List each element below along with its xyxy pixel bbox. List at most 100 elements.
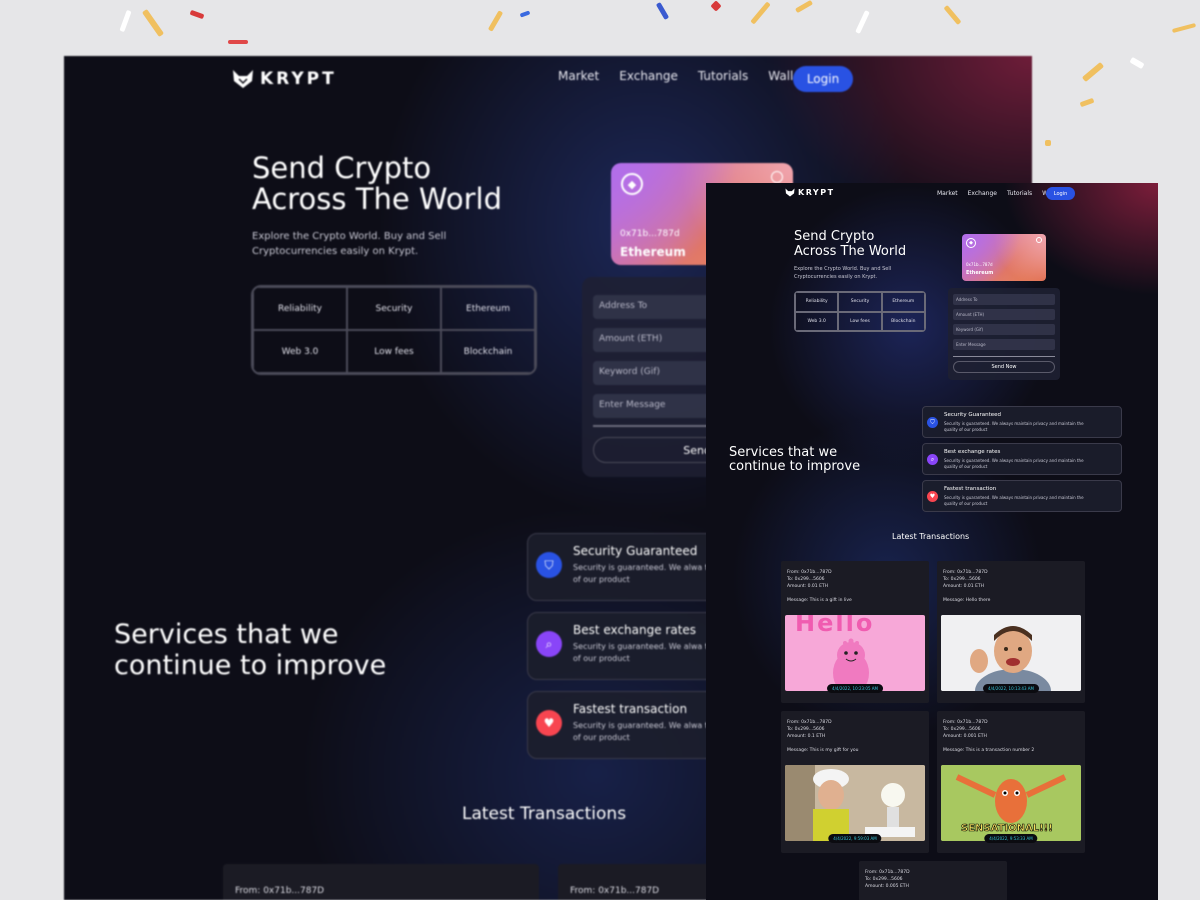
tx-to: To: 0x299...5606 — [943, 727, 981, 732]
service-title: Best exchange rates — [944, 449, 1001, 455]
tx-from: From: 0x71b...787D — [235, 886, 325, 896]
service-card-fastest: ♥ Fastest transaction Security is guaran… — [922, 480, 1122, 512]
transaction-card: From: 0x71b...787D To: 0x299...5606 Amou… — [781, 561, 929, 703]
feature-cell: Blockchain — [441, 330, 535, 373]
shield-icon: ⛉ — [536, 552, 562, 578]
tx-from: From: 0x71b...787D — [570, 886, 660, 896]
dinosaur-illustration — [833, 638, 869, 691]
services-title-line2: continue to improve — [114, 650, 387, 681]
feature-cell: Low fees — [838, 311, 882, 331]
login-button[interactable]: Login — [1046, 187, 1075, 200]
tx-timestamp: 4/4/2022, 10:13:43 AM — [983, 684, 1039, 693]
tx-timestamp: 4/4/2022, 9:59:03 AM — [828, 834, 882, 843]
nav-link-exchange[interactable]: Exchange — [619, 69, 678, 83]
nav-link-exchange[interactable]: Exchange — [968, 190, 997, 197]
ethereum-icon: ◆ — [621, 173, 643, 195]
tx-from: From: 0x71b...787D — [943, 570, 988, 575]
card-network: Ethereum — [966, 270, 994, 276]
gif-caption: SENSATIONAL!!! — [961, 823, 1053, 835]
send-form: Address To Amount (ETH) Keyword (Gif) En… — [948, 288, 1060, 380]
service-title: Best exchange rates — [573, 623, 697, 637]
feature-grid: Reliability Security Ethereum Web 3.0 Lo… — [794, 291, 926, 332]
amount-input[interactable]: Amount (ETH) — [953, 309, 1055, 320]
transaction-card: From: 0x71b...787D To: 0x299...5606 Amou… — [937, 561, 1085, 703]
nav-link-market[interactable]: Market — [558, 69, 599, 83]
front-screenshot: KRYPT Market Exchange Tutorials Wallets … — [706, 183, 1158, 900]
hero-title-line1: Send Crypto — [794, 229, 875, 244]
tx-amount: Amount: 0.01 ETH — [787, 584, 829, 589]
latest-transactions-title: Latest Transactions — [892, 532, 970, 541]
feature-cell: Security — [838, 292, 882, 312]
tx-from: From: 0x71b...787D — [787, 570, 832, 575]
tx-message: Message: This is my gift for you — [787, 748, 859, 753]
tx-to: To: 0x299...5606 — [787, 577, 825, 582]
card-address: 0x71b...787d — [620, 229, 680, 239]
service-title: Security Guaranteed — [573, 544, 698, 558]
feature-cell: Web 3.0 — [253, 330, 347, 373]
logo-text: KRYPT — [260, 69, 337, 89]
feature-grid: Reliability Security Ethereum Web 3.0 Lo… — [251, 285, 537, 375]
services-title-line2: continue to improve — [729, 459, 861, 474]
feature-cell: Ethereum — [881, 292, 925, 312]
services-title-line1: Services that we — [729, 445, 838, 460]
hero-title: Send Crypto Across The World — [794, 229, 934, 259]
tx-to: To: 0x299...5606 — [943, 577, 981, 582]
tx-from: From: 0x71b...787D — [943, 720, 988, 725]
tx-message: Message: This is a gift in live — [787, 598, 852, 603]
ethereum-icon: ◆ — [966, 238, 976, 248]
keyword-input[interactable]: Keyword (Gif) — [953, 324, 1055, 335]
heart-icon: ♥ — [927, 491, 938, 502]
tx-timestamp: 4/4/2022, 9:53:33 AM — [984, 834, 1038, 843]
card-network: Ethereum — [620, 245, 686, 259]
latest-transactions-title: Latest Transactions — [462, 804, 627, 824]
tx-amount: Amount: 0.001 ETH — [943, 734, 987, 739]
feature-cell: Reliability — [253, 287, 347, 330]
services-title: Services that we continue to improve — [114, 619, 474, 681]
fox-logo-icon — [233, 70, 253, 88]
send-now-button[interactable]: Send Now — [953, 361, 1055, 373]
logo[interactable]: KRYPT — [232, 69, 337, 89]
card-address: 0x71b...787d — [966, 262, 993, 267]
nav-link-market[interactable]: Market — [937, 190, 958, 197]
tx-amount: Amount: 0.005 ETH — [865, 884, 909, 889]
service-title: Fastest transaction — [573, 702, 688, 716]
tx-message: Message: Hello there — [943, 598, 991, 603]
nav-link-tutorials[interactable]: Tutorials — [698, 69, 748, 83]
login-button[interactable]: Login — [793, 66, 853, 92]
service-title: Security Guaranteed — [944, 412, 1001, 418]
logo[interactable]: KRYPT — [785, 188, 835, 197]
feature-cell: Reliability — [795, 292, 839, 312]
service-card-security: ⛉ Security Guaranteed Security is guaran… — [922, 406, 1122, 438]
services-title-line1: Services that we — [114, 619, 339, 650]
address-input[interactable]: Address To — [953, 294, 1055, 305]
tx-amount: Amount: 0.01 ETH — [943, 584, 985, 589]
hero-subtitle: Explore the Crypto World. Buy and Sell C… — [794, 266, 892, 280]
service-title: Fastest transaction — [944, 486, 997, 492]
hero-subtitle: Explore the Crypto World. Buy and Sell C… — [252, 231, 447, 257]
nav-menu: Market Exchange Tutorials Wallets — [937, 190, 1064, 197]
info-icon — [771, 171, 783, 183]
transaction-card: From: 0x71b...787D — [223, 864, 539, 900]
search-icon: ⌕ — [927, 454, 938, 465]
shield-icon: ⛉ — [927, 417, 938, 428]
form-divider — [953, 356, 1055, 357]
tx-to: To: 0x299...5606 — [787, 727, 825, 732]
feature-cell: Low fees — [347, 330, 441, 373]
transaction-card: From: 0x71b...787D To: 0x299...5606 Amou… — [937, 711, 1085, 853]
message-input[interactable]: Enter Message — [953, 339, 1055, 350]
nav-menu: Market Exchange Tutorials Wallets — [558, 69, 812, 83]
feature-cell: Web 3.0 — [795, 311, 839, 331]
ethereum-card: ◆ 0x71b...787d Ethereum — [962, 234, 1046, 281]
tx-message: Message: This is a transaction number 2 — [943, 748, 1035, 753]
hero-title-line2: Across The World — [794, 244, 907, 259]
hero-title: Send Crypto Across The World — [252, 153, 572, 215]
gif-image: Hello — [785, 615, 925, 691]
service-desc: Security is guaranteed. We always mainta… — [944, 421, 1084, 432]
tx-from: From: 0x71b...787D — [787, 720, 832, 725]
feature-cell: Ethereum — [441, 287, 535, 330]
feature-cell: Security — [347, 287, 441, 330]
nav-link-tutorials[interactable]: Tutorials — [1007, 190, 1032, 197]
service-desc: Security is guaranteed. We always mainta… — [944, 458, 1084, 469]
fox-logo-icon — [785, 188, 795, 197]
hero-title-line2: Across The World — [252, 182, 502, 216]
